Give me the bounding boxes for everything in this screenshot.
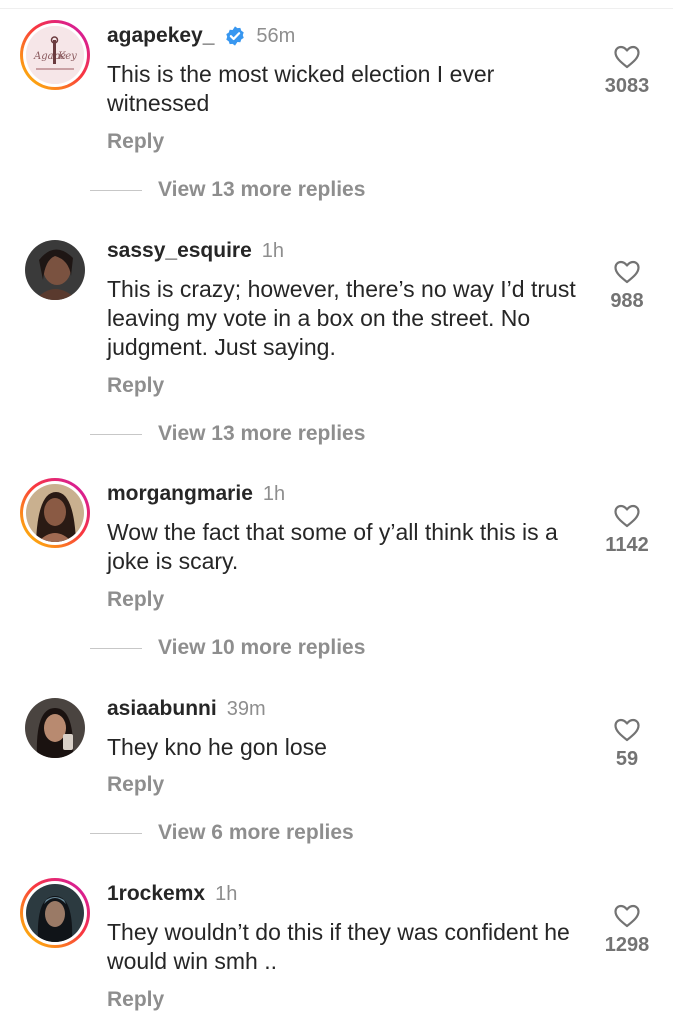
comment-text: This is crazy; however, there’s no way I… (107, 276, 576, 360)
reply-button[interactable]: Reply (107, 988, 164, 1012)
divider-line (90, 189, 142, 191)
comment-text: They kno he gon lose (107, 734, 327, 760)
like-count: 1142 (605, 534, 649, 556)
heart-icon (614, 904, 640, 928)
avatar-story-ring[interactable] (20, 478, 90, 548)
like-count: 59 (615, 748, 639, 770)
heart-icon (614, 45, 640, 69)
comment-username[interactable]: 1rockemx (107, 882, 205, 906)
heart-icon (614, 718, 640, 742)
comment-time: 1h (261, 239, 285, 262)
view-more-replies[interactable]: View 10 more replies (90, 636, 365, 660)
avatar-wrapper[interactable] (20, 693, 90, 763)
like-button[interactable]: 3083 (603, 45, 651, 98)
view-more-replies[interactable]: View 13 more replies (90, 178, 365, 202)
like-button[interactable]: 1142 (603, 504, 651, 557)
divider-line (90, 832, 142, 834)
avatar-story-ring[interactable]: Agape Key (20, 20, 90, 90)
avatar (25, 698, 85, 758)
like-button[interactable]: 1298 (603, 904, 651, 957)
reply-button[interactable]: Reply (107, 374, 164, 398)
view-replies-label: View 13 more replies (158, 178, 366, 201)
comment-time: 1h (262, 482, 286, 505)
comment-text: They wouldn’t do this if they was confid… (107, 919, 570, 974)
comment-username[interactable]: sassy_esquire (107, 239, 252, 263)
svg-text:Key: Key (57, 51, 77, 62)
view-more-replies[interactable]: View 13 more replies (90, 422, 365, 446)
avatar-wrapper[interactable] (20, 235, 90, 305)
like-button[interactable]: 59 (603, 718, 651, 771)
comment-username[interactable]: agapekey_ (107, 24, 214, 48)
divider-line (90, 647, 142, 649)
verified-badge-icon (226, 26, 245, 46)
reply-button[interactable]: Reply (107, 588, 164, 612)
divider-line (90, 433, 142, 435)
avatar (26, 484, 84, 542)
view-more-replies[interactable]: View 6 more replies (90, 821, 354, 845)
heart-icon (614, 260, 640, 284)
avatar (25, 240, 85, 300)
like-count: 1298 (604, 934, 650, 956)
like-button[interactable]: 988 (603, 260, 651, 313)
comment-time: 1h (215, 882, 238, 905)
view-replies-label: View 6 more replies (158, 821, 354, 844)
view-replies-label: View 13 more replies (158, 422, 366, 445)
comment-text: Wow the fact that some of y’all think th… (107, 519, 558, 574)
avatar (26, 884, 84, 942)
like-count: 988 (610, 290, 644, 312)
top-divider (0, 8, 673, 9)
like-count: 3083 (604, 75, 650, 97)
comment-text: This is the most wicked election I ever … (107, 61, 495, 116)
comment-time: 39m (226, 697, 266, 720)
reply-button[interactable]: Reply (107, 773, 164, 797)
heart-icon (614, 504, 640, 528)
comment-time: 56m (256, 24, 296, 47)
comment-username[interactable]: asiaabunni (107, 697, 217, 721)
view-replies-label: View 10 more replies (158, 636, 366, 659)
reply-button[interactable]: Reply (107, 130, 164, 154)
avatar: Agape Key (26, 26, 84, 84)
comment-username[interactable]: morgangmarie (107, 482, 253, 506)
avatar-story-ring[interactable] (20, 878, 90, 948)
